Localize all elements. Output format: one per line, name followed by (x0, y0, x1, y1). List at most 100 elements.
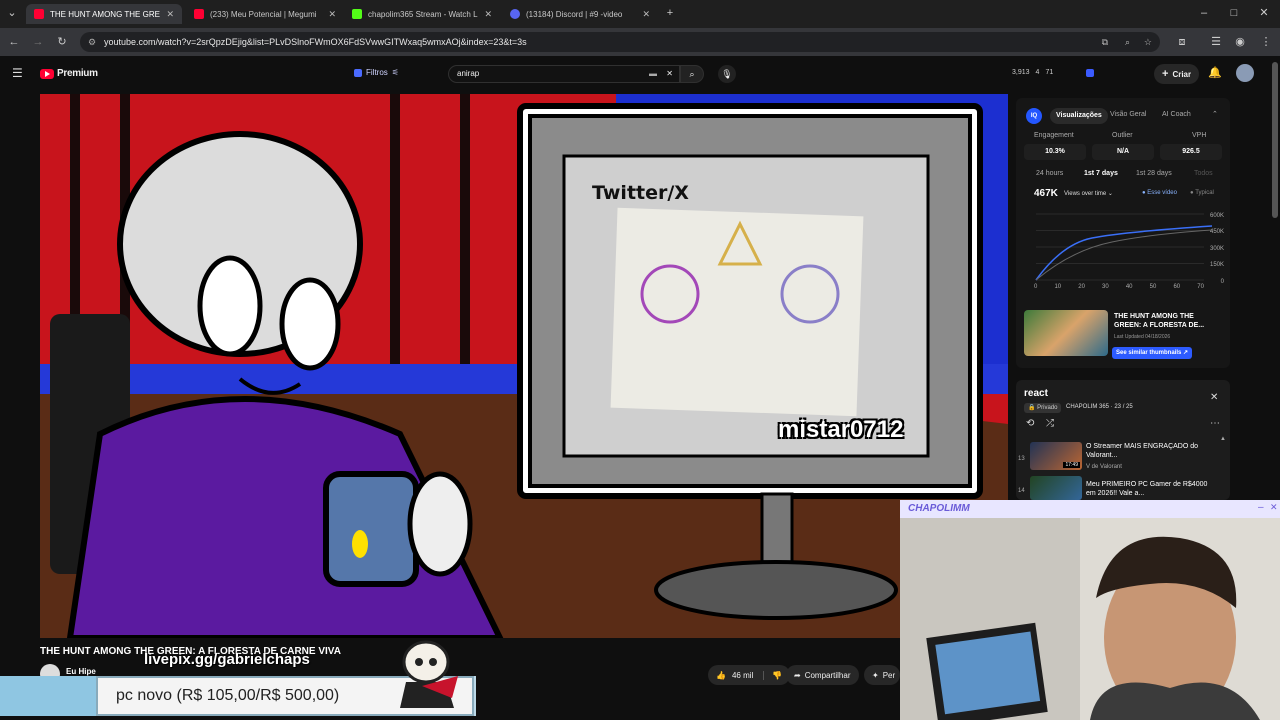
youtube-favicon-icon (34, 9, 44, 19)
similar-thumbnail-image[interactable] (1024, 310, 1108, 356)
share-button[interactable]: ➦ Compartilhar (786, 665, 859, 685)
list-item-thumbnail[interactable]: 17:49 (1030, 442, 1082, 470)
browser-menu-icon[interactable]: ⋮ (1258, 34, 1274, 50)
y-tick: 150K (1209, 262, 1224, 269)
thumbs-up-icon: 👍 (716, 670, 726, 680)
address-bar[interactable]: ⚙ youtube.com/watch?v=2srQpzDEjig&list=P… (80, 32, 1160, 52)
extension-icon[interactable] (1086, 69, 1094, 77)
youtube-play-icon (40, 68, 54, 79)
reading-list-icon[interactable]: ☰ (1208, 34, 1224, 50)
close-tab-icon[interactable]: ✕ (328, 9, 336, 20)
forward-icon[interactable]: → (30, 34, 46, 50)
minimize-webcam-icon[interactable]: – (1258, 502, 1264, 513)
mascot-sticker-image (400, 640, 458, 708)
views-dropdown[interactable]: Views over time ⌄ (1064, 190, 1113, 197)
twitter-handle-label: Twitter/X (592, 182, 689, 204)
close-webcam-icon[interactable]: ✕ (1270, 502, 1278, 513)
like-button[interactable]: 👍 46 mil 👎 (708, 665, 791, 685)
playlist-owner: CHAPOLIM 365 · 23 / 25 (1066, 404, 1133, 410)
clear-search-icon[interactable]: ✕ (666, 66, 673, 82)
search-input[interactable]: anirap ▬ ✕ (448, 65, 680, 83)
maximize-window-icon[interactable]: □ (1226, 5, 1242, 21)
loop-icon[interactable]: ⟲ (1026, 418, 1034, 429)
browser-tab-2[interactable]: chapolim365 Stream - Watch L ✕ (344, 4, 500, 24)
new-tab-button[interactable]: + (662, 5, 678, 21)
minimize-window-icon[interactable]: – (1196, 5, 1212, 21)
youtube-favicon-icon (194, 9, 204, 19)
sparkle-icon: ✦ (872, 670, 879, 680)
x-tick: 70 (1197, 284, 1204, 290)
extensions-icon[interactable]: ⧈ (1174, 34, 1190, 50)
tab-visao-geral[interactable]: Visão Geral (1110, 111, 1146, 118)
metric-label: VPH (1192, 132, 1207, 139)
voice-search-icon[interactable]: 🎙 (718, 65, 736, 83)
collapse-chevron-icon[interactable]: ⌃ (1212, 110, 1218, 118)
close-tab-icon[interactable]: ✕ (166, 9, 174, 20)
range-28days[interactable]: 1st 28 days (1136, 170, 1172, 177)
y-tick: 300K (1209, 245, 1224, 252)
card-title: THE HUNT AMONG THE GREEN: A FLORESTA DE.… (1114, 313, 1205, 329)
site-info-icon[interactable]: ⚙ (88, 37, 96, 48)
browser-tab-1[interactable]: (233) Meu Potencial | Megumi ✕ (186, 4, 344, 24)
profile-icon[interactable]: ◉ (1232, 34, 1248, 50)
youtube-logo[interactable]: Premium (40, 68, 98, 79)
channel-name[interactable]: Eu Hipe (66, 667, 96, 676)
back-icon[interactable]: ← (6, 34, 22, 50)
x-tick: 50 (1149, 284, 1157, 290)
keyboard-icon[interactable]: ▬ (649, 66, 657, 82)
y-tick: 450K (1209, 229, 1224, 236)
list-item-thumbnail[interactable] (1030, 476, 1082, 500)
x-tick: 60 (1173, 284, 1181, 290)
list-item-title[interactable]: O Streamer MAIS ENGRAÇADO do Valorant... (1086, 442, 1216, 460)
list-item-number: 13 (1018, 456, 1025, 462)
close-tab-icon[interactable]: ✕ (484, 9, 492, 20)
tab-search-icon[interactable]: ⌄ (4, 5, 20, 21)
reload-icon[interactable]: ↻ (54, 34, 70, 50)
create-button[interactable]: + Criar (1154, 64, 1200, 84)
list-item-title[interactable]: Meu PRIMEIRO PC Gamer de R$4000 em 2026!… (1086, 480, 1216, 498)
filter-extension-icon (354, 68, 362, 77)
close-playlist-icon[interactable]: ✕ (1210, 392, 1218, 403)
x-tick: 20 (1078, 284, 1085, 290)
search-button[interactable]: ⌕ (680, 65, 704, 83)
bookmark-star-icon[interactable]: ☆ (1144, 37, 1152, 48)
tab-ai-coach[interactable]: AI Coach (1162, 111, 1191, 118)
tab-visualizacoes[interactable]: Visualizações (1050, 108, 1108, 124)
video-frame-illustration (40, 94, 1008, 638)
metric-value: 10.3% (1024, 144, 1086, 160)
close-tab-icon[interactable]: ✕ (642, 9, 650, 20)
metric-label: Outlier (1112, 132, 1133, 139)
video-player[interactable]: Twitter/X mistar0712 (40, 94, 1008, 638)
range-7days[interactable]: 1st 7 days (1084, 170, 1118, 177)
install-icon[interactable]: ⧉ (1102, 37, 1108, 48)
list-item-number: 14 (1018, 488, 1025, 494)
more-actions-button[interactable]: ✦ Per (864, 665, 900, 685)
notifications-bell-icon[interactable]: 🔔 (1208, 66, 1222, 79)
x-tick: 0 (1034, 284, 1038, 290)
typical-line (1035, 229, 1213, 281)
scroll-up-icon[interactable]: ▲ (1220, 436, 1226, 442)
zoom-icon[interactable]: ⌕ (1125, 37, 1130, 48)
see-similar-thumbnails-button[interactable]: See similar thumbnails ↗ (1112, 347, 1193, 359)
range-24h[interactable]: 24 hours (1036, 170, 1063, 177)
filters-button[interactable]: Filtros ⚟ (354, 68, 399, 77)
more-options-icon[interactable]: ⋯ (1210, 418, 1220, 429)
x-tick: 10 (1054, 284, 1062, 290)
metric-value: 926.5 (1160, 144, 1222, 160)
livepix-link: livepix.gg/gabrielchaps (144, 651, 310, 668)
donation-goal-fill (0, 676, 100, 716)
browser-tab-3[interactable]: (13184) Discord | #9 -video ✕ (502, 4, 658, 24)
thumbs-down-icon[interactable]: 👎 (763, 670, 782, 680)
close-window-icon[interactable]: ✕ (1256, 5, 1272, 21)
browser-tab-0[interactable]: THE HUNT AMONG THE GREE ✕ (26, 4, 182, 24)
webcam-feed-image (900, 518, 1280, 720)
privacy-badge: 🔒 Privado (1024, 403, 1062, 413)
shuffle-icon[interactable]: ⤮ (1046, 418, 1054, 429)
avatar[interactable] (1236, 64, 1254, 82)
search-icon: ⌕ (689, 69, 695, 79)
range-all[interactable]: Todos (1194, 170, 1213, 177)
page-scrollbar[interactable] (1272, 62, 1278, 218)
url-text: youtube.com/watch?v=2srQpzDEjig&list=PLv… (104, 37, 527, 47)
browser-toolbar: ← → ↻ ⚙ youtube.com/watch?v=2srQpzDEjig&… (0, 28, 1280, 56)
menu-icon[interactable]: ☰ (12, 66, 23, 80)
